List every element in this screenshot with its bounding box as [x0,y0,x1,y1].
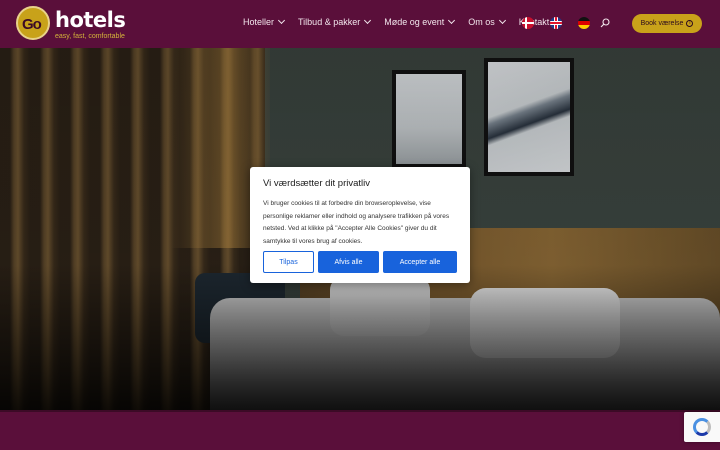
nav-item-label: Hoteller [243,17,275,27]
nav-item-mode[interactable]: Møde og event [384,16,456,27]
cookie-dialog-title: Vi værdsætter dit privatliv [263,178,370,189]
cookie-consent-dialog: Vi værdsætter dit privatliv Vi bruger co… [250,167,470,283]
logo-wordmark: hotels [55,8,126,32]
main-nav: Hoteller Tilbud & pakker Møde og event O… [243,16,563,27]
flag-danish-icon[interactable] [522,17,534,29]
site-header: Go hotels easy, fast, comfortable Hotell… [0,0,720,48]
customize-cookies-button[interactable]: Tilpas [263,251,314,273]
book-room-label: Book værelse [640,20,684,27]
flag-english-icon[interactable] [550,17,562,29]
logo-mark: Go [16,6,50,40]
nav-item-om-os[interactable]: Om os [468,16,506,27]
reject-all-cookies-button[interactable]: Afvis alle [318,251,379,273]
page-footer-band [0,410,720,450]
nav-item-hoteller[interactable]: Hoteller [243,16,286,27]
site-logo[interactable]: Go hotels easy, fast, comfortable [16,6,126,42]
logo-mark-text: Go [22,16,42,33]
book-room-button[interactable]: Book værelse i [632,14,702,33]
flag-german-icon[interactable] [578,17,590,29]
logo-tagline: easy, fast, comfortable [55,33,125,40]
recaptcha-badge[interactable] [684,412,720,442]
info-icon: i [686,20,694,27]
nav-item-label: Om os [468,17,495,27]
chevron-down-icon [277,16,286,25]
cookie-dialog-buttons: Tilpas Afvis alle Accepter alle [263,251,457,273]
accept-all-cookies-button[interactable]: Accepter alle [383,251,457,273]
nav-item-tilbud[interactable]: Tilbud & pakker [298,16,372,27]
chevron-down-icon [364,16,372,25]
search-icon[interactable] [600,18,610,28]
cookie-dialog-text: Vi bruger cookies til at forbedre din br… [263,200,450,245]
chevron-down-icon [448,16,456,25]
recaptcha-icon [693,418,711,436]
nav-item-label: Møde og event [384,17,445,27]
chevron-down-icon [498,16,506,25]
nav-item-label: Tilbud & pakker [298,17,361,27]
